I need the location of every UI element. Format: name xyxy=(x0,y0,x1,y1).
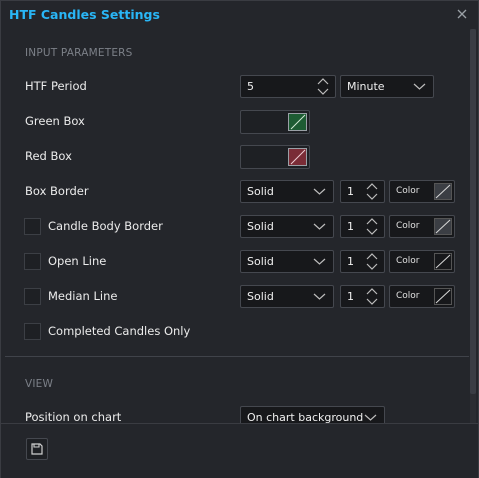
position-on-chart-label: Position on chart xyxy=(25,410,122,423)
scrollbar-thumb[interactable] xyxy=(470,29,476,394)
settings-content[interactable]: INPUT PARAMETERS HTF Period 5 Minute Gre… xyxy=(1,29,469,423)
htf-period-unit-select[interactable]: Minute xyxy=(340,75,434,98)
red-box-color-button[interactable] xyxy=(240,145,310,169)
htf-period-unit: Minute xyxy=(347,80,385,93)
save-template-icon xyxy=(31,443,43,455)
section-view: VIEW xyxy=(25,378,54,390)
median-line-style: Solid xyxy=(247,290,274,303)
open-line-width-input[interactable]: 1 xyxy=(340,250,385,273)
red-box-label: Red Box xyxy=(25,149,72,163)
open-line-style-select[interactable]: Solid xyxy=(240,250,334,273)
settings-dialog: HTF Candles Settings INPUT PARAMETERS HT… xyxy=(0,0,479,478)
position-on-chart-value: On chart background xyxy=(247,411,364,423)
median-line-style-select[interactable]: Solid xyxy=(240,285,334,308)
open-line-color-button[interactable]: Color xyxy=(389,250,455,273)
candle-body-border-width-input[interactable]: 1 xyxy=(340,215,385,238)
stepper-icon[interactable] xyxy=(366,217,378,236)
box-border-width-input[interactable]: 1 xyxy=(340,180,385,203)
chevron-down-icon xyxy=(313,223,326,230)
box-border-width: 1 xyxy=(347,185,354,198)
position-on-chart-select[interactable]: On chart background xyxy=(240,406,385,423)
median-line-color-button[interactable]: Color xyxy=(389,285,455,308)
color-label: Color xyxy=(396,256,420,266)
stepper-icon[interactable] xyxy=(366,287,378,306)
stepper-icon[interactable] xyxy=(317,77,329,96)
dialog-title: HTF Candles Settings xyxy=(9,7,160,22)
candle-body-border-label: Candle Body Border xyxy=(48,219,163,233)
box-border-style: Solid xyxy=(247,185,274,198)
dialog-footer xyxy=(1,423,478,478)
candle-body-border-checkbox[interactable] xyxy=(24,218,41,235)
chevron-down-icon xyxy=(313,258,326,265)
candle-body-border-style-select[interactable]: Solid xyxy=(240,215,334,238)
htf-period-value: 5 xyxy=(247,80,254,93)
htf-period-label: HTF Period xyxy=(25,79,87,93)
completed-candles-only-label: Completed Candles Only xyxy=(48,324,191,338)
scrollbar[interactable] xyxy=(470,29,476,423)
chevron-down-icon xyxy=(313,188,326,195)
box-border-label: Box Border xyxy=(25,184,89,198)
color-swatch-icon xyxy=(434,253,452,270)
color-label: Color xyxy=(396,291,420,301)
color-label: Color xyxy=(396,186,420,196)
box-border-style-select[interactable]: Solid xyxy=(240,180,334,203)
stepper-icon[interactable] xyxy=(366,182,378,201)
green-box-color-button[interactable] xyxy=(240,110,310,134)
candle-body-border-style: Solid xyxy=(247,220,274,233)
box-border-color-button[interactable]: Color xyxy=(389,180,455,203)
title-bar[interactable]: HTF Candles Settings xyxy=(1,1,478,29)
color-swatch-icon xyxy=(434,218,452,235)
save-template-button[interactable] xyxy=(26,438,48,460)
completed-candles-only-checkbox[interactable] xyxy=(24,323,41,340)
chevron-down-icon xyxy=(364,414,377,421)
open-line-checkbox[interactable] xyxy=(24,253,41,270)
green-box-label: Green Box xyxy=(25,114,85,128)
candle-body-border-color-button[interactable]: Color xyxy=(389,215,455,238)
open-line-width: 1 xyxy=(347,255,354,268)
candle-body-border-width: 1 xyxy=(347,220,354,233)
color-label: Color xyxy=(396,221,420,231)
color-swatch-icon xyxy=(288,148,307,166)
chevron-down-icon xyxy=(413,83,426,90)
open-line-style: Solid xyxy=(247,255,274,268)
close-icon[interactable] xyxy=(455,7,469,21)
open-line-label: Open Line xyxy=(48,254,107,268)
median-line-label: Median Line xyxy=(48,289,118,303)
htf-period-input[interactable]: 5 xyxy=(240,75,336,98)
median-line-width-input[interactable]: 1 xyxy=(340,285,385,308)
section-input-parameters: INPUT PARAMETERS xyxy=(25,47,133,59)
section-divider xyxy=(5,356,469,357)
median-line-checkbox[interactable] xyxy=(24,288,41,305)
median-line-width: 1 xyxy=(347,290,354,303)
stepper-icon[interactable] xyxy=(366,252,378,271)
color-swatch-icon xyxy=(288,113,307,131)
color-swatch-icon xyxy=(434,183,452,200)
chevron-down-icon xyxy=(313,293,326,300)
color-swatch-icon xyxy=(434,288,452,305)
